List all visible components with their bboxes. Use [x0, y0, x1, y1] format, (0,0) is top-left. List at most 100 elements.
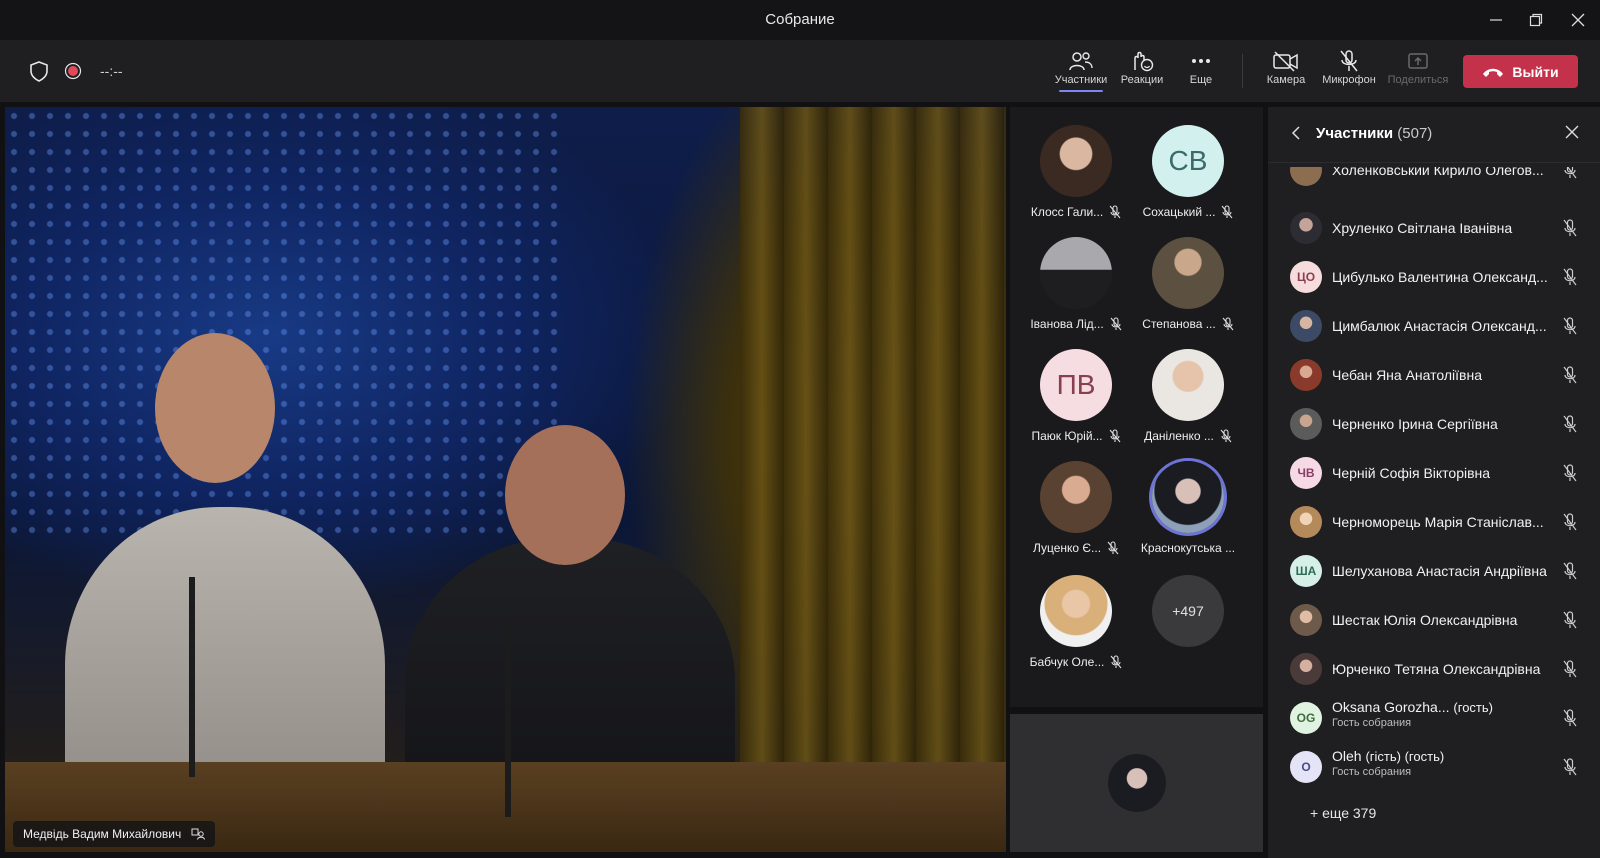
tile-name: Бабчук Оле... [1029, 655, 1105, 669]
panel-title: Участники [1316, 125, 1394, 142]
participant-name: Юрченко Тетяна Олександрівна [1332, 660, 1541, 677]
avatar: ПВ [1040, 349, 1112, 421]
recording-icon [64, 40, 82, 102]
guest-row[interactable]: O Oleh (гість) (гость) Гость собрания [1268, 742, 1600, 791]
avatar-initials: O [1301, 759, 1311, 774]
restore-icon [1529, 13, 1543, 27]
gallery-tile[interactable]: Іванова Лід... [1020, 237, 1132, 349]
close-icon [1565, 125, 1579, 139]
guest-name: Oksana Gorozha... [1332, 699, 1450, 715]
guest-subtitle: Гость собрания [1332, 766, 1412, 778]
gallery-tile[interactable]: Клосс Гали... [1020, 125, 1132, 237]
speaker-name: Медвідь Вадим Михайлович [23, 827, 182, 841]
participant-list[interactable]: Холенковський Кирило Олегов... Хруленко … [1268, 167, 1600, 817]
camera-button[interactable]: Камера [1254, 48, 1318, 96]
participant-row[interactable]: Черненко Ірина Сергіївна [1268, 399, 1600, 448]
tile-name: Краснокутська ... [1140, 541, 1236, 555]
gallery-tile-active-speaker[interactable]: Краснокутська ... [1132, 461, 1244, 573]
more-participants-tile[interactable]: +497 [1132, 575, 1244, 687]
more-label: Еще [1189, 74, 1213, 86]
shield-icon[interactable] [28, 40, 50, 102]
participant-gallery: Клосс Гали... СВ Сохацький ... Іванова Л… [1010, 107, 1263, 707]
participant-row[interactable]: Холенковський Кирило Олегов... [1268, 167, 1600, 194]
microphone-button[interactable]: Микрофон [1317, 48, 1381, 96]
participant-row[interactable]: Чебан Яна Анатоліївна [1268, 350, 1600, 399]
mic-muted-icon [1110, 655, 1122, 669]
participant-avatar [1290, 652, 1322, 685]
avatar-initials: ЦО [1296, 269, 1316, 284]
guest-row[interactable]: OG Oksana Gorozha... (гость) Гость собра… [1268, 693, 1600, 742]
participant-row[interactable]: Цимбалюк Анастасія Олександ... [1268, 301, 1600, 350]
mic-muted-icon [1220, 429, 1232, 443]
more-options-button[interactable]: Еще [1169, 48, 1233, 96]
guest-tag: (гість) (гость) [1365, 749, 1445, 764]
participant-avatar: O [1290, 750, 1322, 783]
people-icon [1068, 48, 1094, 74]
close-icon [1571, 13, 1585, 27]
participant-row[interactable]: Черноморець Марія Станіслав... [1268, 497, 1600, 546]
gallery-tile[interactable]: Луценко Є... [1020, 461, 1132, 573]
backdrop-pattern [5, 107, 565, 537]
tile-name: Клосс Гали... [1030, 205, 1104, 219]
mic-muted-icon [1563, 512, 1577, 530]
participant-avatar: OG [1290, 701, 1322, 734]
mic-muted-icon [1222, 317, 1234, 331]
minimize-button[interactable] [1484, 8, 1508, 32]
mic-muted-icon [1563, 659, 1577, 677]
gallery-tile[interactable]: Степанова ... [1132, 237, 1244, 349]
gallery-tile[interactable]: ПВ Паюк Юрій... [1020, 349, 1132, 461]
participants-button[interactable]: Участники [1049, 48, 1113, 96]
participant-row[interactable]: ША Шелуханова Анастасія Андріївна [1268, 546, 1600, 595]
video-mic-right [505, 627, 511, 817]
mic-muted-icon [1563, 414, 1577, 432]
more-dots-icon [1190, 48, 1212, 74]
avatar-initials: ЧВ [1297, 465, 1315, 480]
participant-row[interactable]: ЧВ Черній Софія Вікторівна [1268, 448, 1600, 497]
avatar [1152, 349, 1224, 421]
participant-avatar [1290, 603, 1322, 636]
mic-muted-icon [1110, 317, 1122, 331]
leave-button[interactable]: Выйти [1463, 55, 1578, 88]
participant-row[interactable]: Юрченко Тетяна Олександрівна [1268, 644, 1600, 693]
tile-name: Іванова Лід... [1030, 317, 1104, 331]
panel-header: Участники (507) [1268, 107, 1600, 163]
participant-name: Хруленко Світлана Іванівна [1332, 219, 1513, 236]
close-panel-button[interactable] [1564, 124, 1580, 145]
share-button[interactable]: Поделиться [1386, 48, 1450, 96]
backdrop-curtain [740, 107, 1006, 852]
participant-row[interactable]: ЦО Цибулько Валентина Олександ... [1268, 252, 1600, 301]
mic-muted-icon [1563, 218, 1577, 236]
participant-name: Цимбалюк Анастасія Олександ... [1332, 317, 1547, 334]
back-button[interactable] [1290, 125, 1302, 146]
reactions-label: Реакции [1120, 74, 1164, 86]
mic-muted-icon [1107, 541, 1119, 555]
tile-name: Луценко Є... [1032, 541, 1102, 555]
show-more-participants[interactable]: + еще 379 [1310, 805, 1376, 821]
participant-row[interactable]: Шестак Юлія Олександрівна [1268, 595, 1600, 644]
participant-avatar [1290, 309, 1322, 342]
reactions-button[interactable]: Реакции [1110, 48, 1174, 96]
self-avatar [1107, 754, 1166, 812]
gallery-tile[interactable]: Даніленко ... [1132, 349, 1244, 461]
participant-row[interactable]: Хруленко Світлана Іванівна [1268, 203, 1600, 252]
pin-person-icon [191, 828, 206, 840]
mic-muted-icon [1563, 708, 1577, 726]
tile-name: Паюк Юрій... [1031, 429, 1103, 443]
meeting-timer: --:-- [100, 63, 123, 79]
restore-button[interactable] [1524, 8, 1548, 32]
mic-muted-icon [1563, 757, 1577, 775]
main-video-stage[interactable]: Медвідь Вадим Михайлович [5, 107, 1006, 852]
gallery-tile[interactable]: СВ Сохацький ... [1132, 125, 1244, 237]
participant-name: Цибулько Валентина Олександ... [1332, 268, 1548, 285]
participant-avatar [1290, 407, 1322, 440]
window-title: Собрание [765, 11, 835, 28]
camera-label: Камера [1266, 74, 1306, 86]
participant-name: Шелуханова Анастасія Андріївна [1332, 562, 1547, 579]
mic-muted-icon [1563, 561, 1577, 579]
gallery-tile[interactable]: Бабчук Оле... [1020, 575, 1132, 687]
video-head-right [505, 425, 625, 565]
participant-name: Шестак Юлія Олександрівна [1332, 611, 1518, 628]
self-view-tile[interactable] [1010, 714, 1263, 852]
avatar-initials: СВ [1168, 145, 1208, 176]
close-window-button[interactable] [1566, 8, 1590, 32]
